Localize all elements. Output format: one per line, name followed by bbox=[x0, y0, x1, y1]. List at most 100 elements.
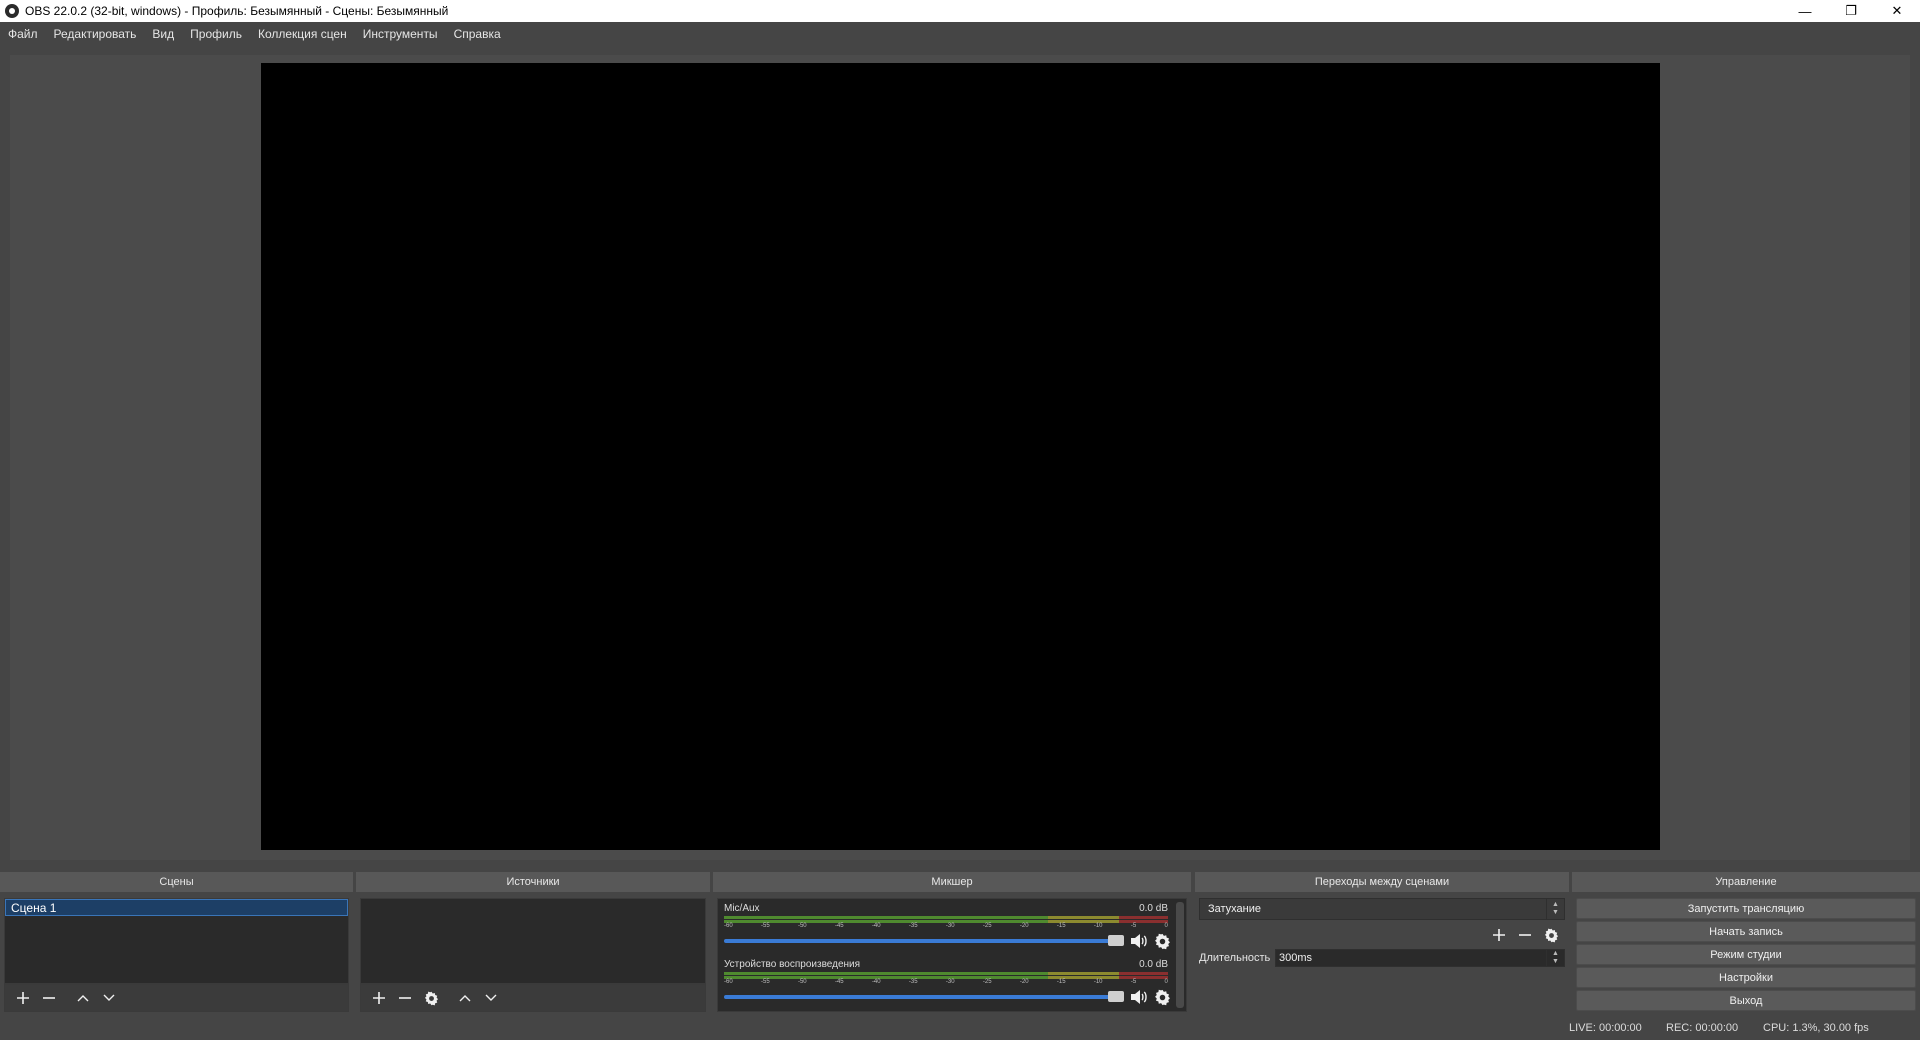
tick-label: 0 bbox=[1164, 923, 1168, 929]
rec-timer: REC: 00:00:00 bbox=[1666, 1022, 1739, 1034]
add-source-button[interactable] bbox=[367, 986, 391, 1010]
menu-bar: Файл Редактировать Вид Профиль Коллекция… bbox=[0, 22, 1920, 46]
scenes-dock-body: Сцена 1 bbox=[4, 898, 349, 1012]
minus-icon bbox=[1519, 934, 1531, 936]
close-button[interactable]: ✕ bbox=[1874, 0, 1920, 22]
remove-scene-button[interactable] bbox=[37, 986, 61, 1010]
move-source-down-button[interactable] bbox=[479, 986, 503, 1010]
restore-button[interactable]: ❐ bbox=[1828, 0, 1874, 22]
menu-file[interactable]: Файл bbox=[2, 22, 44, 46]
transition-properties-button[interactable] bbox=[1539, 923, 1563, 947]
menu-help[interactable]: Справка bbox=[448, 22, 507, 46]
duration-row: Длительность 300ms ▲ ▼ bbox=[1199, 948, 1565, 968]
controls-dock-body: Запустить трансляцию Начать запись Режим… bbox=[1576, 898, 1916, 1012]
speaker-icon[interactable] bbox=[1130, 933, 1148, 949]
plus-icon bbox=[1493, 929, 1505, 941]
tick-label: -55 bbox=[760, 923, 770, 929]
tick-label: -25 bbox=[982, 923, 992, 929]
add-transition-button[interactable] bbox=[1487, 923, 1511, 947]
gear-icon[interactable] bbox=[1154, 933, 1171, 950]
volume-slider[interactable] bbox=[724, 939, 1120, 943]
menu-view[interactable]: Вид bbox=[146, 22, 180, 46]
window-controls: — ❐ ✕ bbox=[1782, 0, 1920, 22]
tick-label: -60 bbox=[724, 923, 733, 929]
plus-icon bbox=[373, 992, 385, 1004]
mixer-dock-title: Микшер bbox=[713, 872, 1191, 892]
sources-list[interactable] bbox=[360, 898, 706, 984]
duration-input[interactable]: 300ms ▲ ▼ bbox=[1275, 949, 1565, 967]
cpu-fps-status: CPU: 1.3%, 30.00 fps bbox=[1763, 1022, 1869, 1034]
volume-slider-thumb[interactable] bbox=[1108, 935, 1124, 946]
tick-label: -10 bbox=[1093, 923, 1103, 929]
scenes-dock: Сцены Сцена 1 bbox=[0, 872, 353, 1012]
tick-label: -50 bbox=[797, 923, 807, 929]
minus-icon bbox=[399, 997, 411, 999]
mixer-channel-mic: Mic/Aux 0.0 dB -60 -55 -50 -45 -40 -35 -… bbox=[724, 903, 1171, 957]
transitions-dock: Переходы между сценами Затухание ▲ ▼ Длит… bbox=[1195, 872, 1569, 1012]
obs-logo-icon bbox=[5, 4, 19, 18]
tick-label: -25 bbox=[982, 979, 992, 985]
start-streaming-button[interactable]: Запустить трансляцию bbox=[1576, 898, 1916, 919]
tick-label: -35 bbox=[908, 979, 918, 985]
channel-db: 0.0 dB bbox=[1139, 903, 1168, 914]
volume-slider-thumb[interactable] bbox=[1108, 991, 1124, 1002]
minimize-button[interactable]: — bbox=[1782, 0, 1828, 22]
minus-icon bbox=[43, 997, 55, 999]
start-recording-button[interactable]: Начать запись bbox=[1576, 921, 1916, 942]
add-scene-button[interactable] bbox=[11, 986, 35, 1010]
menu-profile[interactable]: Профиль bbox=[184, 22, 248, 46]
tick-label: -60 bbox=[724, 979, 733, 985]
mixer-scrollbar[interactable] bbox=[1176, 902, 1184, 1008]
source-properties-button[interactable] bbox=[419, 986, 443, 1010]
settings-button[interactable]: Настройки bbox=[1576, 967, 1916, 988]
tick-label: -45 bbox=[834, 923, 844, 929]
studio-mode-button[interactable]: Режим студии bbox=[1576, 944, 1916, 965]
scenes-list[interactable]: Сцена 1 bbox=[4, 898, 349, 984]
remove-transition-button[interactable] bbox=[1513, 923, 1537, 947]
menu-tools[interactable]: Инструменты bbox=[357, 22, 444, 46]
mixer-panel: Mic/Aux 0.0 dB -60 -55 -50 -45 -40 -35 -… bbox=[717, 898, 1187, 1012]
tick-label: -35 bbox=[908, 923, 918, 929]
preview-canvas[interactable] bbox=[261, 63, 1660, 850]
transition-select[interactable]: Затухание ▲ ▼ bbox=[1199, 898, 1565, 920]
tick-label: -15 bbox=[1056, 979, 1066, 985]
tick-label: -50 bbox=[797, 979, 807, 985]
plus-icon bbox=[17, 992, 29, 1004]
exit-button[interactable]: Выход bbox=[1576, 990, 1916, 1011]
remove-source-button[interactable] bbox=[393, 986, 417, 1010]
move-source-up-button[interactable] bbox=[453, 986, 477, 1010]
tick-label: -55 bbox=[760, 979, 770, 985]
sources-toolbar bbox=[360, 984, 706, 1012]
menu-edit[interactable]: Редактировать bbox=[48, 22, 143, 46]
tick-label: -40 bbox=[871, 923, 881, 929]
channel-name: Устройство воспроизведения bbox=[724, 959, 861, 970]
transitions-dock-body: Затухание ▲ ▼ Длительность 300ms ▲ ▼ bbox=[1199, 898, 1565, 1012]
volume-meter bbox=[724, 972, 1168, 975]
tick-label: -45 bbox=[834, 979, 844, 985]
sources-dock: Источники bbox=[356, 872, 710, 1012]
live-timer: LIVE: 00:00:00 bbox=[1569, 1022, 1642, 1034]
scenes-toolbar bbox=[4, 984, 349, 1012]
channel-name: Mic/Aux bbox=[724, 903, 760, 914]
scene-item[interactable]: Сцена 1 bbox=[5, 899, 348, 916]
sources-dock-body bbox=[360, 898, 706, 1012]
title-bar: OBS 22.0.2 (32-bit, windows) - Профиль: … bbox=[0, 0, 1920, 22]
chevron-down-icon bbox=[485, 994, 497, 1001]
channel-db: 0.0 dB bbox=[1139, 959, 1168, 970]
meter-ticks: -60 -55 -50 -45 -40 -35 -30 -25 -20 -15 … bbox=[724, 923, 1168, 933]
chevron-up-icon bbox=[77, 995, 89, 1002]
move-scene-down-button[interactable] bbox=[97, 986, 121, 1010]
volume-slider[interactable] bbox=[724, 995, 1120, 999]
speaker-icon[interactable] bbox=[1130, 989, 1148, 1005]
spinbox-arrows-icon[interactable]: ▲ ▼ bbox=[1546, 950, 1564, 966]
preview-area bbox=[10, 55, 1910, 860]
tick-label: -40 bbox=[871, 979, 881, 985]
menu-scene-collection[interactable]: Коллекция сцен bbox=[252, 22, 353, 46]
tick-label: -10 bbox=[1093, 979, 1103, 985]
tick-label: -15 bbox=[1056, 923, 1066, 929]
gear-icon[interactable] bbox=[1154, 989, 1171, 1006]
gear-icon bbox=[1544, 928, 1558, 942]
move-scene-up-button[interactable] bbox=[71, 986, 95, 1010]
controls-dock: Управление Запустить трансляцию Начать з… bbox=[1572, 872, 1920, 1012]
transition-select-value: Затухание bbox=[1208, 903, 1262, 915]
